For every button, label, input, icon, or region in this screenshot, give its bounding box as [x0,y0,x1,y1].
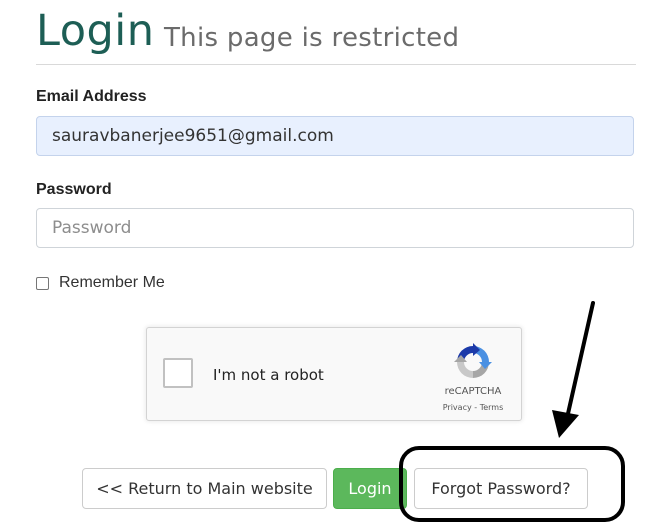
page-title: Login [36,6,155,56]
email-input[interactable] [36,116,634,156]
annotation-arrow-head [552,410,579,438]
password-input[interactable] [36,208,634,248]
recaptcha-links: Privacy - Terms [427,403,519,412]
remember-me-checkbox[interactable] [36,276,49,290]
remember-me-label[interactable]: Remember Me [59,274,165,292]
page-subtitle: This page is restricted [164,23,460,53]
forgot-password-button[interactable]: Forgot Password? [414,468,588,509]
annotation-arrow-shaft [565,301,595,420]
recaptcha-logo-icon [454,343,492,378]
page-header: Login This page is restricted [36,6,636,65]
recaptcha-separator: - [471,403,480,412]
login-button[interactable]: Login [333,468,407,509]
recaptcha-brand: reCAPTCHA [444,386,502,397]
remember-me[interactable]: Remember Me [36,274,165,292]
annotation-overlay [399,301,625,522]
recaptcha-widget: I'm not a robot reCAPTCHA Privacy - Term… [146,327,522,421]
email-label: Email Address [36,88,147,105]
return-to-main-button[interactable]: << Return to Main website [82,468,327,509]
recaptcha-privacy-link[interactable]: Privacy [443,403,472,412]
recaptcha-label: I'm not a robot [213,366,324,384]
password-label: Password [36,181,112,198]
recaptcha-checkbox[interactable] [163,358,193,388]
recaptcha-terms-link[interactable]: Terms [480,403,504,412]
